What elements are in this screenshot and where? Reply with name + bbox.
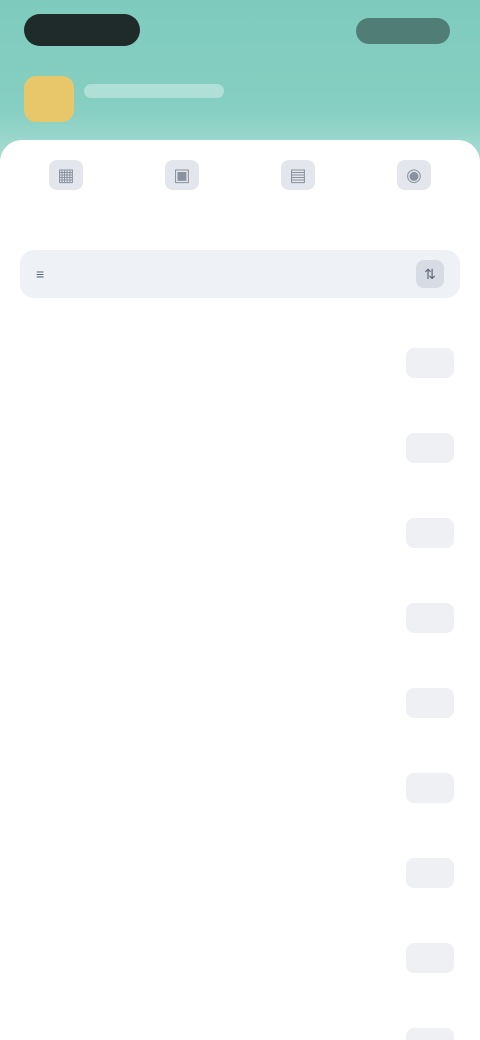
item-side-badge bbox=[406, 518, 454, 548]
app-header bbox=[0, 0, 480, 160]
list-item[interactable] bbox=[0, 917, 480, 1002]
item-subtitle bbox=[30, 872, 452, 888]
quick-action-3[interactable]: ▤ bbox=[246, 160, 350, 238]
item-subtitle bbox=[30, 957, 452, 973]
item-meta bbox=[30, 552, 452, 568]
list-item[interactable] bbox=[0, 407, 480, 492]
item-title bbox=[30, 678, 452, 698]
item-side-badge bbox=[406, 858, 454, 888]
item-title bbox=[30, 848, 452, 868]
item-side-badge bbox=[406, 1028, 454, 1040]
list-item[interactable] bbox=[0, 1002, 480, 1040]
item-side-badge bbox=[406, 773, 454, 803]
item-subtitle bbox=[30, 532, 452, 548]
item-meta bbox=[30, 382, 452, 398]
menu-icon: ≡ bbox=[36, 266, 45, 282]
item-title bbox=[30, 763, 452, 783]
chart-icon: ▤ bbox=[281, 160, 315, 190]
item-title bbox=[30, 508, 452, 528]
item-side-badge bbox=[406, 688, 454, 718]
header-pill-button[interactable] bbox=[24, 14, 140, 46]
quick-action-4[interactable]: ◉ bbox=[362, 160, 466, 238]
list-item[interactable] bbox=[0, 832, 480, 917]
item-side-badge bbox=[406, 348, 454, 378]
sort-icon[interactable]: ⇅ bbox=[416, 260, 444, 288]
item-subtitle bbox=[30, 702, 452, 718]
item-meta bbox=[30, 807, 452, 823]
item-side-badge bbox=[406, 603, 454, 633]
avatar[interactable] bbox=[24, 76, 74, 122]
item-meta bbox=[30, 467, 452, 483]
grid-icon: ▦ bbox=[49, 160, 83, 190]
user-icon: ◉ bbox=[397, 160, 431, 190]
item-subtitle bbox=[30, 617, 452, 633]
header-action-button[interactable] bbox=[356, 18, 450, 44]
box-icon: ▣ bbox=[165, 160, 199, 190]
list-item[interactable] bbox=[0, 492, 480, 577]
item-title bbox=[30, 593, 452, 613]
list-item[interactable] bbox=[0, 577, 480, 662]
item-meta bbox=[30, 722, 452, 738]
filter-bar[interactable]: ≡ ⇅ bbox=[20, 250, 460, 298]
item-subtitle bbox=[30, 362, 452, 378]
list-item[interactable] bbox=[0, 662, 480, 747]
item-title bbox=[30, 1018, 452, 1038]
item-title bbox=[30, 423, 452, 443]
item-meta bbox=[30, 637, 452, 653]
item-side-badge bbox=[406, 943, 454, 973]
quick-action-2[interactable]: ▣ bbox=[130, 160, 234, 238]
item-list bbox=[0, 322, 480, 1040]
quick-action-1[interactable]: ▦ bbox=[14, 160, 118, 238]
list-item[interactable] bbox=[0, 322, 480, 407]
item-side-badge bbox=[406, 433, 454, 463]
header-title-placeholder bbox=[84, 84, 224, 98]
item-subtitle bbox=[30, 787, 452, 803]
item-meta bbox=[30, 977, 452, 993]
item-subtitle bbox=[30, 447, 452, 463]
item-title bbox=[30, 933, 452, 953]
item-title bbox=[30, 338, 452, 358]
item-meta bbox=[30, 892, 452, 908]
quick-actions-row: ▦ ▣ ▤ ◉ bbox=[14, 160, 466, 238]
list-item[interactable] bbox=[0, 747, 480, 832]
